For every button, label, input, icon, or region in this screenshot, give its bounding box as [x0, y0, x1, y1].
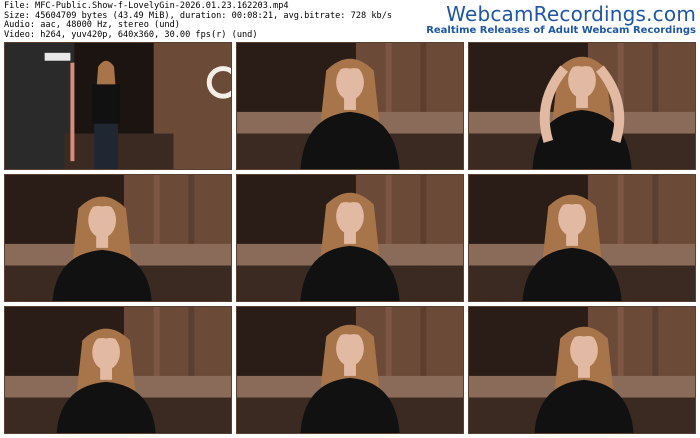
brand-tagline: Realtime Releases of Adult Webcam Record…	[426, 25, 696, 36]
thumbnail-3	[468, 42, 696, 170]
thumbnail-6	[468, 174, 696, 302]
video-frame-image	[237, 43, 463, 169]
video-frame-image	[469, 307, 695, 433]
video-frame-image	[5, 43, 231, 169]
video-frame-image	[5, 175, 231, 301]
thumbnail-grid	[4, 42, 696, 434]
video-frame-image	[5, 307, 231, 433]
thumbnail-4	[4, 174, 232, 302]
video-frame-image	[237, 307, 463, 433]
thumbnail-2	[236, 42, 464, 170]
video-frame-image	[469, 175, 695, 301]
thumbnail-8	[236, 306, 464, 434]
thumbnail-9	[468, 306, 696, 434]
video-info-line: Video: h264, yuv420p, 640x360, 30.00 fps…	[4, 29, 258, 40]
video-frame-image	[237, 175, 463, 301]
thumbnail-5	[236, 174, 464, 302]
file-metadata: File: MFC-Public.Show-f-LovelyGin-2026.0…	[4, 1, 392, 40]
brand-logo: WebcamRecordings.com Realtime Releases o…	[426, 3, 696, 37]
thumbnail-1	[4, 42, 232, 170]
brand-name: WebcamRecordings.com	[446, 2, 696, 26]
thumbnail-7	[4, 306, 232, 434]
video-frame-image	[469, 43, 695, 169]
contact-sheet-header: File: MFC-Public.Show-f-LovelyGin-2026.0…	[0, 0, 700, 42]
